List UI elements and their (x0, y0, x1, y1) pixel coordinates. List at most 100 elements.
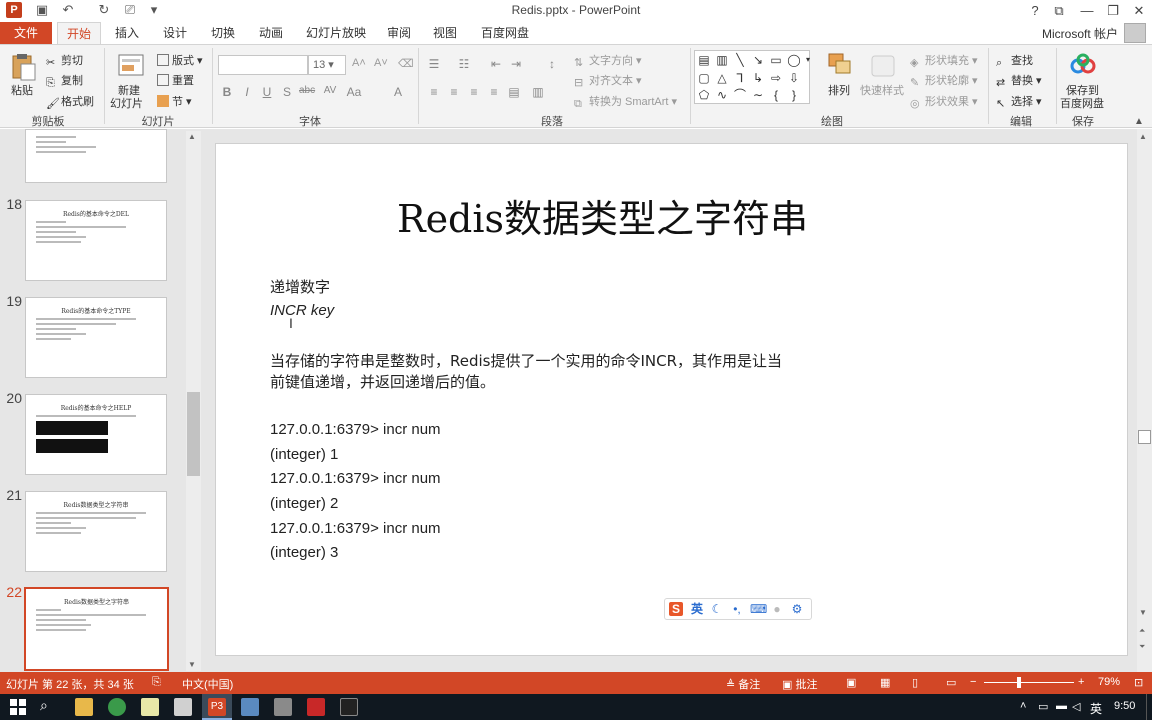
close-button[interactable]: ✕ (1124, 0, 1152, 22)
slide-title[interactable]: Redis数据类型之字符串 (215, 188, 990, 243)
file-explorer-icon[interactable] (75, 698, 93, 716)
code-line[interactable]: (integer) 1 (270, 446, 338, 463)
zoom-slider-thumb[interactable] (1017, 677, 1021, 688)
scroll-up-icon[interactable]: ▲ (188, 132, 196, 141)
align-left-icon[interactable]: ≡ (426, 85, 442, 99)
tab-slideshow[interactable]: 幻灯片放映 (302, 22, 370, 44)
zoom-slider[interactable] (984, 682, 1074, 683)
numbering-icon[interactable]: ☷ (456, 57, 472, 71)
shape-outline-button[interactable]: ✎ 形状轮廓 ▾ (910, 72, 978, 89)
underline-icon[interactable]: U (259, 85, 275, 99)
zoom-level[interactable]: 79% (1098, 676, 1120, 688)
vertical-textbox-shape-icon[interactable]: ▥ (714, 52, 730, 68)
code-line[interactable]: (integer) 3 (270, 544, 338, 561)
editor-scroll-thumb[interactable] (1138, 430, 1151, 444)
spellcheck-icon[interactable]: ⎘ (152, 676, 161, 689)
align-text-button[interactable]: ⊟ 对齐文本 ▾ (574, 72, 642, 89)
arc-shape-icon[interactable]: ⌒ (732, 87, 748, 103)
next-slide-icon[interactable]: ⏷ (1139, 642, 1145, 652)
slide-description[interactable]: 当存储的字符串是整数时，Redis提供了一个实用的命令INCR，其作用是让当 (270, 350, 782, 371)
font-name-box[interactable] (218, 55, 308, 75)
textbox-shape-icon[interactable]: ▤ (696, 52, 712, 68)
italic-icon[interactable]: I (239, 85, 255, 99)
zoom-out-icon[interactable]: − (970, 676, 976, 688)
justify-icon[interactable]: ≡ (486, 85, 502, 99)
increase-indent-icon[interactable]: ⇥ (508, 57, 524, 71)
language-status[interactable]: 中文(中国) (182, 676, 233, 692)
smartart-button[interactable]: ⧉ 转换为 SmartArt ▾ (574, 93, 677, 110)
slide-thumbnail[interactable]: Redis的基本命令之HELP (25, 394, 167, 475)
show-desktop-button[interactable] (1146, 694, 1152, 720)
slide-description[interactable]: 前键值递增，并返回递增后的值。 (270, 371, 495, 392)
code-line[interactable]: (integer) 2 (270, 495, 338, 512)
clear-format-icon[interactable]: ⌫ (398, 57, 414, 70)
select-button[interactable]: ↖ 选择 ▾ (996, 93, 1042, 110)
punctuation-icon[interactable]: •, (730, 602, 744, 616)
slide-thumbnail[interactable]: Redis的基本命令之DEL (25, 200, 167, 281)
code-line[interactable]: 127.0.0.1:6379> incr num (270, 520, 441, 537)
triangle-shape-icon[interactable]: △ (714, 70, 730, 86)
thumbnail-scroll-thumb[interactable] (187, 392, 200, 476)
slide-thumbnail[interactable] (25, 129, 167, 183)
clock[interactable]: 9:50 (1114, 700, 1135, 712)
baidu-cloud-icon[interactable] (1068, 52, 1098, 80)
oval-shape-icon[interactable]: ◯ (786, 52, 802, 68)
tab-transitions[interactable]: 切换 (202, 22, 244, 44)
quick-styles-button[interactable]: 快速样式 (860, 82, 904, 98)
slide-thumbnail[interactable]: Redis的基本命令之TYPE (25, 297, 167, 378)
new-slide-icon[interactable] (116, 52, 146, 80)
tab-baidu-netdisk[interactable]: 百度网盘 (476, 22, 534, 44)
shrink-font-icon[interactable]: A˅ (374, 57, 388, 69)
arrow-line-shape-icon[interactable]: ↘ (750, 52, 766, 68)
ime-mode[interactable]: 英 (690, 602, 704, 616)
arrange-icon[interactable] (826, 52, 856, 80)
strikethrough-icon[interactable]: abc (299, 85, 315, 96)
line-shape-icon[interactable]: ╲ (732, 52, 748, 68)
code-line[interactable]: 127.0.0.1:6379> incr num (270, 470, 441, 487)
baidu-netdisk-button[interactable]: 百度网盘 (1060, 95, 1104, 111)
zoom-in-icon[interactable]: + (1078, 676, 1084, 688)
copy-button[interactable]: ⎘ 复制 (46, 72, 83, 89)
freeform-shape-icon[interactable]: ∼ (750, 87, 766, 103)
slide-thumbnail-selected[interactable]: Redis数据类型之字符串 (24, 587, 169, 671)
powerpoint-taskbar-icon[interactable]: P3 (208, 698, 226, 716)
chrome-icon[interactable] (108, 698, 126, 716)
cut-button[interactable]: ✂ 剪切 (46, 52, 83, 69)
line-spacing-icon[interactable]: ↕ (544, 57, 560, 71)
tray-chevron-icon[interactable]: ˄ (1020, 700, 1026, 712)
char-spacing-icon[interactable]: AV (322, 85, 338, 96)
account-menu[interactable]: Microsoft 帐户 (1042, 25, 1118, 42)
distribute-icon[interactable]: ▤ (506, 85, 522, 99)
grow-font-icon[interactable]: A˄ (352, 57, 366, 69)
previous-slide-icon[interactable]: ⏶ (1139, 626, 1145, 636)
network-icon[interactable]: ▭ (1038, 700, 1048, 713)
code-line[interactable]: 127.0.0.1:6379> incr num (270, 421, 441, 438)
reset-button[interactable]: 重置 (157, 72, 194, 88)
shape-fill-button[interactable]: ◈ 形状填充 ▾ (910, 52, 978, 69)
slide-thumbnail[interactable]: Redis数据类型之字符串 (25, 491, 167, 572)
rectangle-shape-icon[interactable]: ▭ (768, 52, 784, 68)
tab-file[interactable]: 文件 (0, 22, 52, 44)
slide-syntax[interactable]: INCR key (270, 302, 334, 319)
editor-scrollbar[interactable] (1137, 129, 1152, 672)
scroll-down-icon[interactable]: ▼ (188, 660, 196, 669)
shape-effects-button[interactable]: ◎ 形状效果 ▾ (910, 93, 978, 110)
decrease-indent-icon[interactable]: ⇤ (488, 57, 504, 71)
reading-view-icon[interactable]: ▯ (912, 676, 918, 689)
font-color-icon[interactable]: A (390, 85, 406, 99)
quick-styles-icon[interactable] (868, 52, 898, 80)
left-brace-shape-icon[interactable]: { (768, 87, 784, 103)
slide-heading[interactable]: 递增数字 (270, 276, 330, 297)
arrange-button[interactable]: 排列 (828, 82, 850, 98)
editor-scroll-down-icon[interactable]: ▼ (1139, 608, 1147, 617)
comments-button[interactable]: ▣ 批注 (782, 676, 817, 692)
tab-review[interactable]: 审阅 (378, 22, 420, 44)
tab-insert[interactable]: 插入 (106, 22, 148, 44)
pentagon-shape-icon[interactable]: ⬠ (696, 87, 712, 103)
notepad-icon[interactable] (141, 698, 159, 716)
change-case-icon[interactable]: Aa (346, 85, 362, 99)
right-brace-shape-icon[interactable]: } (786, 87, 802, 103)
settings-app-icon[interactable] (274, 698, 292, 716)
find-button[interactable]: ⌕ 查找 (996, 52, 1033, 69)
align-center-icon[interactable]: ≡ (446, 85, 462, 99)
